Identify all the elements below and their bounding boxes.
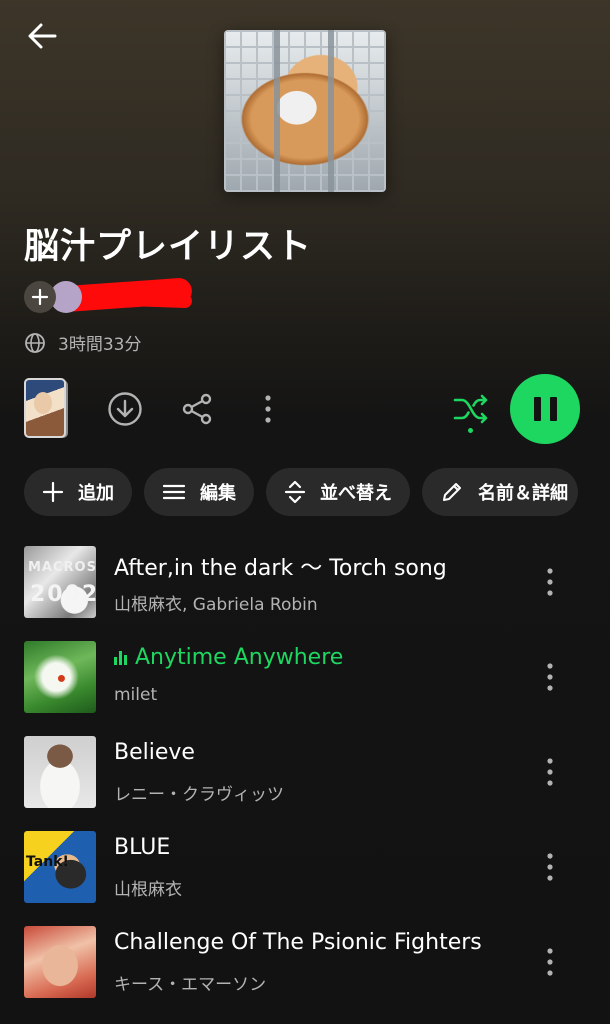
track-more-button[interactable]	[538, 940, 562, 984]
track-title: After,in the dark 〜 Torch song	[114, 550, 447, 582]
add-collaborator-button[interactable]	[24, 281, 56, 313]
track-title: BLUE	[114, 835, 170, 860]
menu-icon	[162, 484, 186, 500]
plus-icon	[42, 481, 64, 503]
pause-icon	[533, 397, 541, 421]
sort-icon	[284, 480, 306, 504]
back-button[interactable]	[22, 18, 62, 54]
track-title: Challenge Of The Psionic Fighters	[114, 930, 482, 955]
more-vertical-icon	[547, 758, 553, 786]
playlist-title: 脳汁プレイリスト	[24, 227, 313, 267]
pencil-icon	[443, 483, 461, 501]
track-artwork	[24, 736, 96, 808]
artwork-text: 2002	[30, 582, 96, 607]
track-artwork	[24, 926, 96, 998]
playlist-duration: 3時間33分	[58, 335, 142, 355]
track-title-text: Challenge Of The Psionic Fighters	[114, 930, 482, 955]
track-artist: 山根麻衣, Gabriela Robin	[114, 595, 318, 615]
artwork-text: MACROSS	[28, 560, 96, 575]
playlist-meta: 3時間33分	[24, 330, 141, 355]
share-icon	[182, 393, 212, 425]
track-row[interactable]: MACROSS 2002 After,in the dark 〜 Torch s…	[24, 546, 610, 622]
more-options-button[interactable]	[256, 390, 280, 428]
more-vertical-icon	[265, 395, 271, 423]
track-more-button[interactable]	[538, 655, 562, 699]
track-artwork	[24, 641, 96, 713]
track-artist: レニー・クラヴィッツ	[114, 785, 284, 805]
track-more-button[interactable]	[538, 845, 562, 889]
artwork-text: Tank!	[26, 854, 69, 870]
equalizer-icon	[114, 650, 127, 665]
track-artist: キース・エマーソン	[114, 975, 267, 995]
track-more-button[interactable]	[538, 750, 562, 794]
track-title: Believe	[114, 740, 195, 765]
track-more-button[interactable]	[538, 560, 562, 604]
shuffle-active-dot	[468, 428, 473, 433]
sort-chip[interactable]: 並べ替え	[266, 468, 410, 516]
track-artwork: Tank!	[24, 831, 96, 903]
shuffle-icon	[453, 394, 488, 424]
sort-chip-label: 並べ替え	[320, 483, 392, 504]
track-row[interactable]: Challenge Of The Psionic Fighters キース・エマ…	[24, 926, 610, 1002]
track-title: Anytime Anywhere	[114, 645, 343, 670]
more-vertical-icon	[547, 568, 553, 596]
plus-icon	[31, 288, 49, 306]
edit-chip[interactable]: 編集	[144, 468, 254, 516]
track-title-text: Believe	[114, 740, 195, 765]
track-artist: 山根麻衣	[114, 880, 182, 900]
more-vertical-icon	[547, 853, 553, 881]
track-row[interactable]: Anytime Anywhere milet	[24, 641, 610, 717]
add-chip[interactable]: 追加	[24, 468, 132, 516]
track-row[interactable]: Believe レニー・クラヴィッツ	[24, 736, 610, 812]
download-circle-icon	[108, 392, 142, 426]
pause-button[interactable]	[510, 374, 580, 444]
globe-icon	[25, 332, 45, 353]
track-title-text: BLUE	[114, 835, 171, 860]
download-button[interactable]	[106, 390, 144, 428]
add-chip-label: 追加	[78, 483, 114, 504]
rename-chip-label: 名前＆詳細	[478, 483, 568, 504]
more-vertical-icon	[547, 663, 553, 691]
track-row[interactable]: Tank! BLUE 山根麻衣	[24, 831, 610, 907]
pause-icon	[549, 397, 557, 421]
share-button[interactable]	[178, 390, 216, 428]
track-title-text: After,in the dark 〜 Torch song	[114, 556, 447, 581]
edit-chip-label: 編集	[200, 483, 236, 504]
arrow-left-icon	[28, 23, 57, 49]
more-vertical-icon	[547, 948, 553, 976]
preview-cover-button[interactable]	[24, 378, 66, 438]
track-artist: milet	[114, 685, 158, 705]
track-artwork: MACROSS 2002	[24, 546, 96, 618]
chip-row: 追加 編集 並べ替え 名前＆詳細	[24, 468, 578, 516]
track-title-text: Anytime Anywhere	[135, 645, 344, 670]
playlist-cover-image	[224, 30, 386, 192]
rename-chip[interactable]: 名前＆詳細	[422, 468, 578, 516]
shuffle-button[interactable]	[450, 388, 492, 430]
